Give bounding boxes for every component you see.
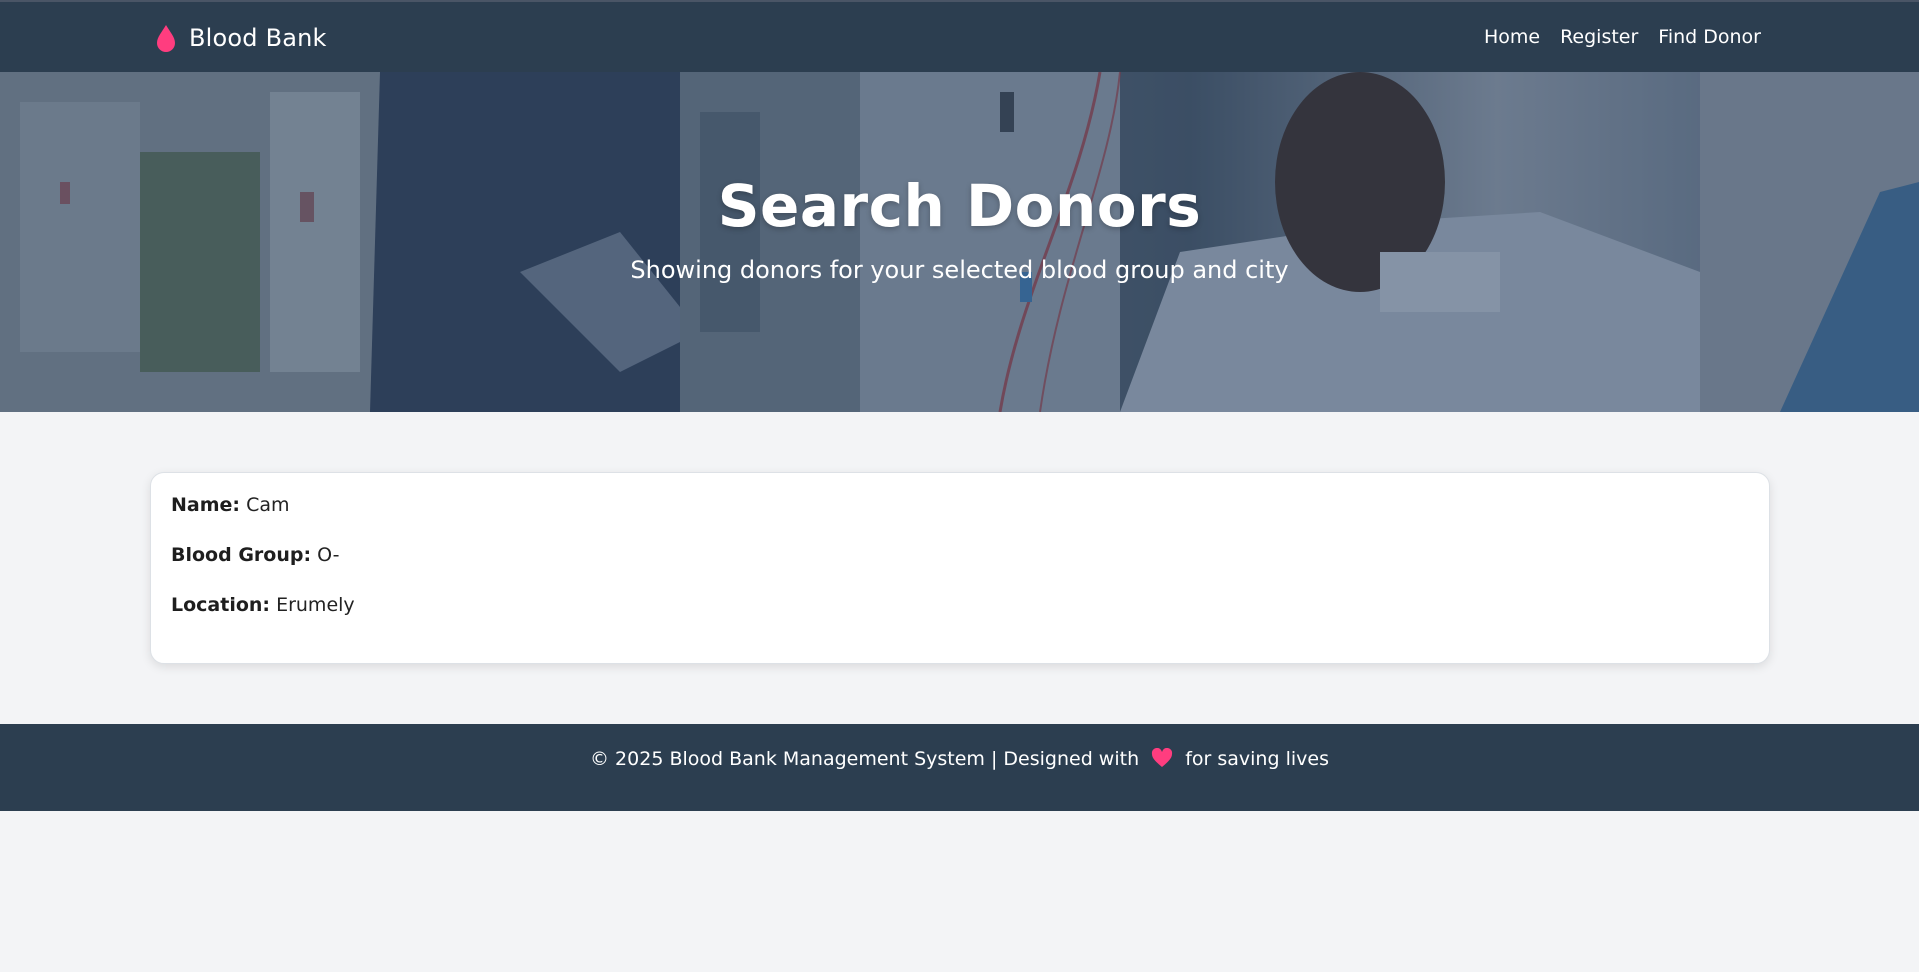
nav-links: Home Register Find Donor — [1484, 26, 1761, 48]
blood-drop-icon — [157, 25, 175, 52]
footer: © 2025 Blood Bank Management System | De… — [0, 724, 1919, 811]
donor-location-row: Location: Erumely — [171, 593, 1749, 617]
nav-register-link[interactable]: Register — [1560, 26, 1638, 48]
page-subtitle: Showing donors for your selected blood g… — [630, 256, 1289, 284]
nav-home-link[interactable]: Home — [1484, 26, 1540, 48]
footer-tagline: for saving lives — [1185, 748, 1329, 770]
heart-icon — [1152, 748, 1173, 767]
footer-text: © 2025 Blood Bank Management System | De… — [0, 744, 1919, 774]
brand-name: Blood Bank — [189, 24, 327, 52]
donor-name-label: Name: — [171, 494, 241, 516]
hero-banner: Search Donors Showing donors for your se… — [0, 72, 1919, 412]
footer-copyright: © 2025 Blood Bank Management System | De… — [590, 748, 1140, 770]
nav-find-donor-link[interactable]: Find Donor — [1658, 26, 1761, 48]
navbar: Blood Bank Home Register Find Donor — [0, 0, 1919, 72]
donor-blood-group-label: Blood Group: — [171, 544, 312, 566]
donor-name-row: Name: Cam — [171, 493, 1749, 517]
page-title: Search Donors — [717, 172, 1202, 240]
brand-link[interactable]: Blood Bank — [155, 22, 327, 54]
donor-name-value: Cam — [246, 494, 290, 516]
page-background — [0, 811, 1919, 972]
donor-location-label: Location: — [171, 594, 271, 616]
donor-card: Name: Cam Blood Group: O- Location: Erum… — [150, 472, 1770, 664]
donor-location-value: Erumely — [276, 594, 355, 616]
hero-overlay — [0, 72, 1919, 412]
donor-blood-group-row: Blood Group: O- — [171, 543, 1749, 567]
results-section: Name: Cam Blood Group: O- Location: Erum… — [0, 412, 1919, 724]
donor-blood-group-value: O- — [317, 544, 340, 566]
